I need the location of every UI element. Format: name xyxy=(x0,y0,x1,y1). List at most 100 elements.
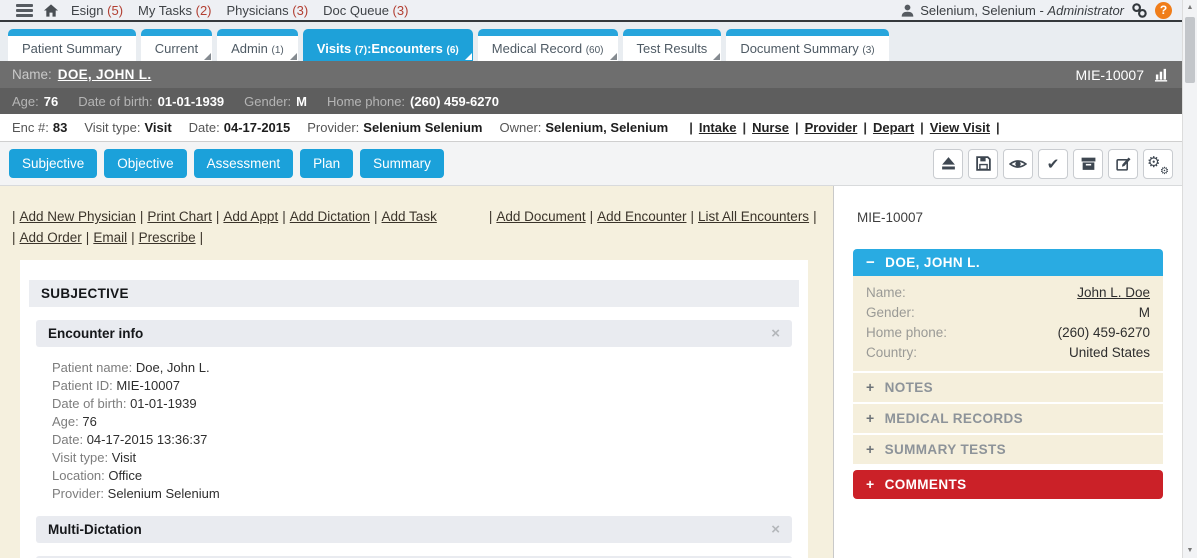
assessment-button[interactable]: Assessment xyxy=(194,149,294,178)
sidebar-patient-header[interactable]: − DOE, JOHN L. xyxy=(853,249,1163,276)
nav-item-my-tasks[interactable]: My Tasks (2) xyxy=(138,3,211,18)
eject-button[interactable] xyxy=(933,149,963,179)
dropdown-fold-icon xyxy=(204,53,211,60)
user-name: Selenium, Selenium - xyxy=(920,3,1044,18)
plan-button[interactable]: Plan xyxy=(300,149,353,178)
application-window: Esign (5) My Tasks (2) Physicians (3) Do… xyxy=(0,0,1182,558)
nurse-link[interactable]: Nurse xyxy=(752,120,789,135)
scrollbar-thumb[interactable] xyxy=(1185,17,1195,83)
provider-link[interactable]: Provider xyxy=(805,120,858,135)
user-menu[interactable]: Selenium, Selenium - Administrator xyxy=(900,3,1124,18)
sidebar-section-notes[interactable]: + NOTES xyxy=(853,371,1163,402)
email-link[interactable]: Email xyxy=(93,227,127,248)
prescribe-link[interactable]: Prescribe xyxy=(139,227,196,248)
edit-button[interactable] xyxy=(1108,149,1138,179)
expand-icon: + xyxy=(866,442,875,457)
tab-current[interactable]: Current xyxy=(141,29,212,61)
nav-count: (2) xyxy=(196,3,212,18)
depart-link[interactable]: Depart xyxy=(873,120,914,135)
separator: | xyxy=(12,206,16,227)
tab-patient-summary[interactable]: Patient Summary xyxy=(8,29,136,61)
help-icon[interactable]: ? xyxy=(1155,2,1172,19)
separator: | xyxy=(742,120,746,135)
expand-icon: + xyxy=(866,380,875,395)
detail-line: Age: 76 xyxy=(52,413,792,431)
add-appt-link[interactable]: Add Appt xyxy=(223,206,278,227)
add-new-physician-link[interactable]: Add New Physician xyxy=(20,206,136,227)
separator: | xyxy=(863,120,867,135)
preview-button[interactable] xyxy=(1003,149,1033,179)
add-dictation-link[interactable]: Add Dictation xyxy=(290,206,370,227)
flowsheet-chart-icon[interactable] xyxy=(1154,67,1170,82)
patient-name-link[interactable]: DOE, JOHN L. xyxy=(58,67,152,82)
save-button[interactable] xyxy=(968,149,998,179)
save-icon xyxy=(975,155,992,172)
settings-button[interactable]: ⚙⚙ xyxy=(1143,149,1173,179)
sidebar-section-medical-records[interactable]: +MEDICAL RECORDS xyxy=(853,402,1163,433)
home-icon[interactable] xyxy=(43,3,59,18)
sidebar-section-summary-tests[interactable]: +SUMMARY TESTS xyxy=(853,433,1163,464)
separator: | xyxy=(140,206,144,227)
sidebar-detail-row: Home phone:(260) 459-6270 xyxy=(853,323,1163,343)
print-chart-link[interactable]: Print Chart xyxy=(147,206,212,227)
hamburger-menu-icon[interactable] xyxy=(16,4,33,17)
list-all-encounters-link[interactable]: List All Encounters xyxy=(698,206,809,227)
nav-item-doc-queue[interactable]: Doc Queue (3) xyxy=(323,3,408,18)
scroll-up-arrow[interactable]: ▲ xyxy=(1183,0,1197,15)
tab-document-summary[interactable]: Document Summary (3) xyxy=(726,29,888,61)
tab-admin[interactable]: Admin (1) xyxy=(217,29,298,61)
dropdown-fold-icon xyxy=(713,53,720,60)
sidebar-patient-details: Name:John L. Doe Gender:M Home phone:(26… xyxy=(853,276,1163,371)
close-icon[interactable]: × xyxy=(771,522,780,537)
tab-visits-encounters[interactable]: Visits (7):Encounters (6) xyxy=(303,29,473,61)
add-document-link[interactable]: Add Document xyxy=(496,206,585,227)
separator: | xyxy=(86,227,90,248)
check-button[interactable]: ✔ xyxy=(1038,149,1068,179)
eject-icon xyxy=(940,155,957,172)
sidebar-patient-name: DOE, JOHN L. xyxy=(885,255,980,270)
quick-links: |Add New Physician|Print Chart|Add Appt|… xyxy=(12,206,821,248)
add-order-link[interactable]: Add Order xyxy=(20,227,82,248)
dropdown-fold-icon xyxy=(610,53,617,60)
link-chain-icon[interactable] xyxy=(1131,2,1148,19)
sidebar-section-comments[interactable]: +COMMENTS xyxy=(853,470,1163,499)
tab-label: Visits (7):Encounters (6) xyxy=(317,41,459,56)
sidebar-detail-row: Name:John L. Doe xyxy=(853,283,1163,303)
sidebar-patient-id: MIE-10007 xyxy=(857,210,1163,225)
nav-item-physicians[interactable]: Physicians (3) xyxy=(227,3,309,18)
scroll-down-arrow[interactable]: ▼ xyxy=(1183,543,1197,558)
tab-medical-record[interactable]: Medical Record (60) xyxy=(478,29,618,61)
tab-label: Document Summary (3) xyxy=(740,41,874,56)
objective-button[interactable]: Objective xyxy=(104,149,186,178)
add-encounter-link[interactable]: Add Encounter xyxy=(597,206,686,227)
detail-line: Patient ID: MIE-10007 xyxy=(52,377,792,395)
intake-link[interactable]: Intake xyxy=(699,120,737,135)
add-task-link[interactable]: Add Task xyxy=(382,206,437,227)
encounter-info-header[interactable]: Encounter info × xyxy=(36,320,792,347)
separator: | xyxy=(489,206,493,227)
section-label: COMMENTS xyxy=(885,477,967,492)
gears-icon: ⚙⚙ xyxy=(1149,155,1167,173)
separator: | xyxy=(795,120,799,135)
view-visit-link[interactable]: View Visit xyxy=(930,120,990,135)
top-nav-bar: Esign (5) My Tasks (2) Physicians (3) Do… xyxy=(0,0,1182,22)
date-field: Date:04-17-2015 xyxy=(189,120,291,135)
close-icon[interactable]: × xyxy=(771,326,780,341)
nav-count: (3) xyxy=(393,3,409,18)
subjective-button[interactable]: Subjective xyxy=(9,149,97,178)
archive-button[interactable] xyxy=(1073,149,1103,179)
tab-test-results[interactable]: Test Results xyxy=(623,29,722,61)
nav-label: Esign xyxy=(71,3,104,18)
multi-dictation-header[interactable]: Multi-Dictation × xyxy=(36,516,792,543)
patient-name-bar: Name: DOE, JOHN L. MIE-10007 xyxy=(0,61,1182,88)
separator: | xyxy=(216,206,220,227)
nav-item-esign[interactable]: Esign (5) xyxy=(71,3,123,18)
sidebar-name-link[interactable]: John L. Doe xyxy=(1077,283,1150,303)
provider-field: Provider:Selenium Selenium xyxy=(307,120,482,135)
section-label: NOTES xyxy=(885,380,934,395)
vertical-scrollbar[interactable]: ▲ ▼ xyxy=(1182,0,1197,558)
subjective-card: SUBJECTIVE Encounter info × Patient name… xyxy=(20,260,808,558)
summary-button[interactable]: Summary xyxy=(360,149,444,178)
separator: | xyxy=(920,120,924,135)
detail-line: Provider: Selenium Selenium xyxy=(52,485,792,503)
